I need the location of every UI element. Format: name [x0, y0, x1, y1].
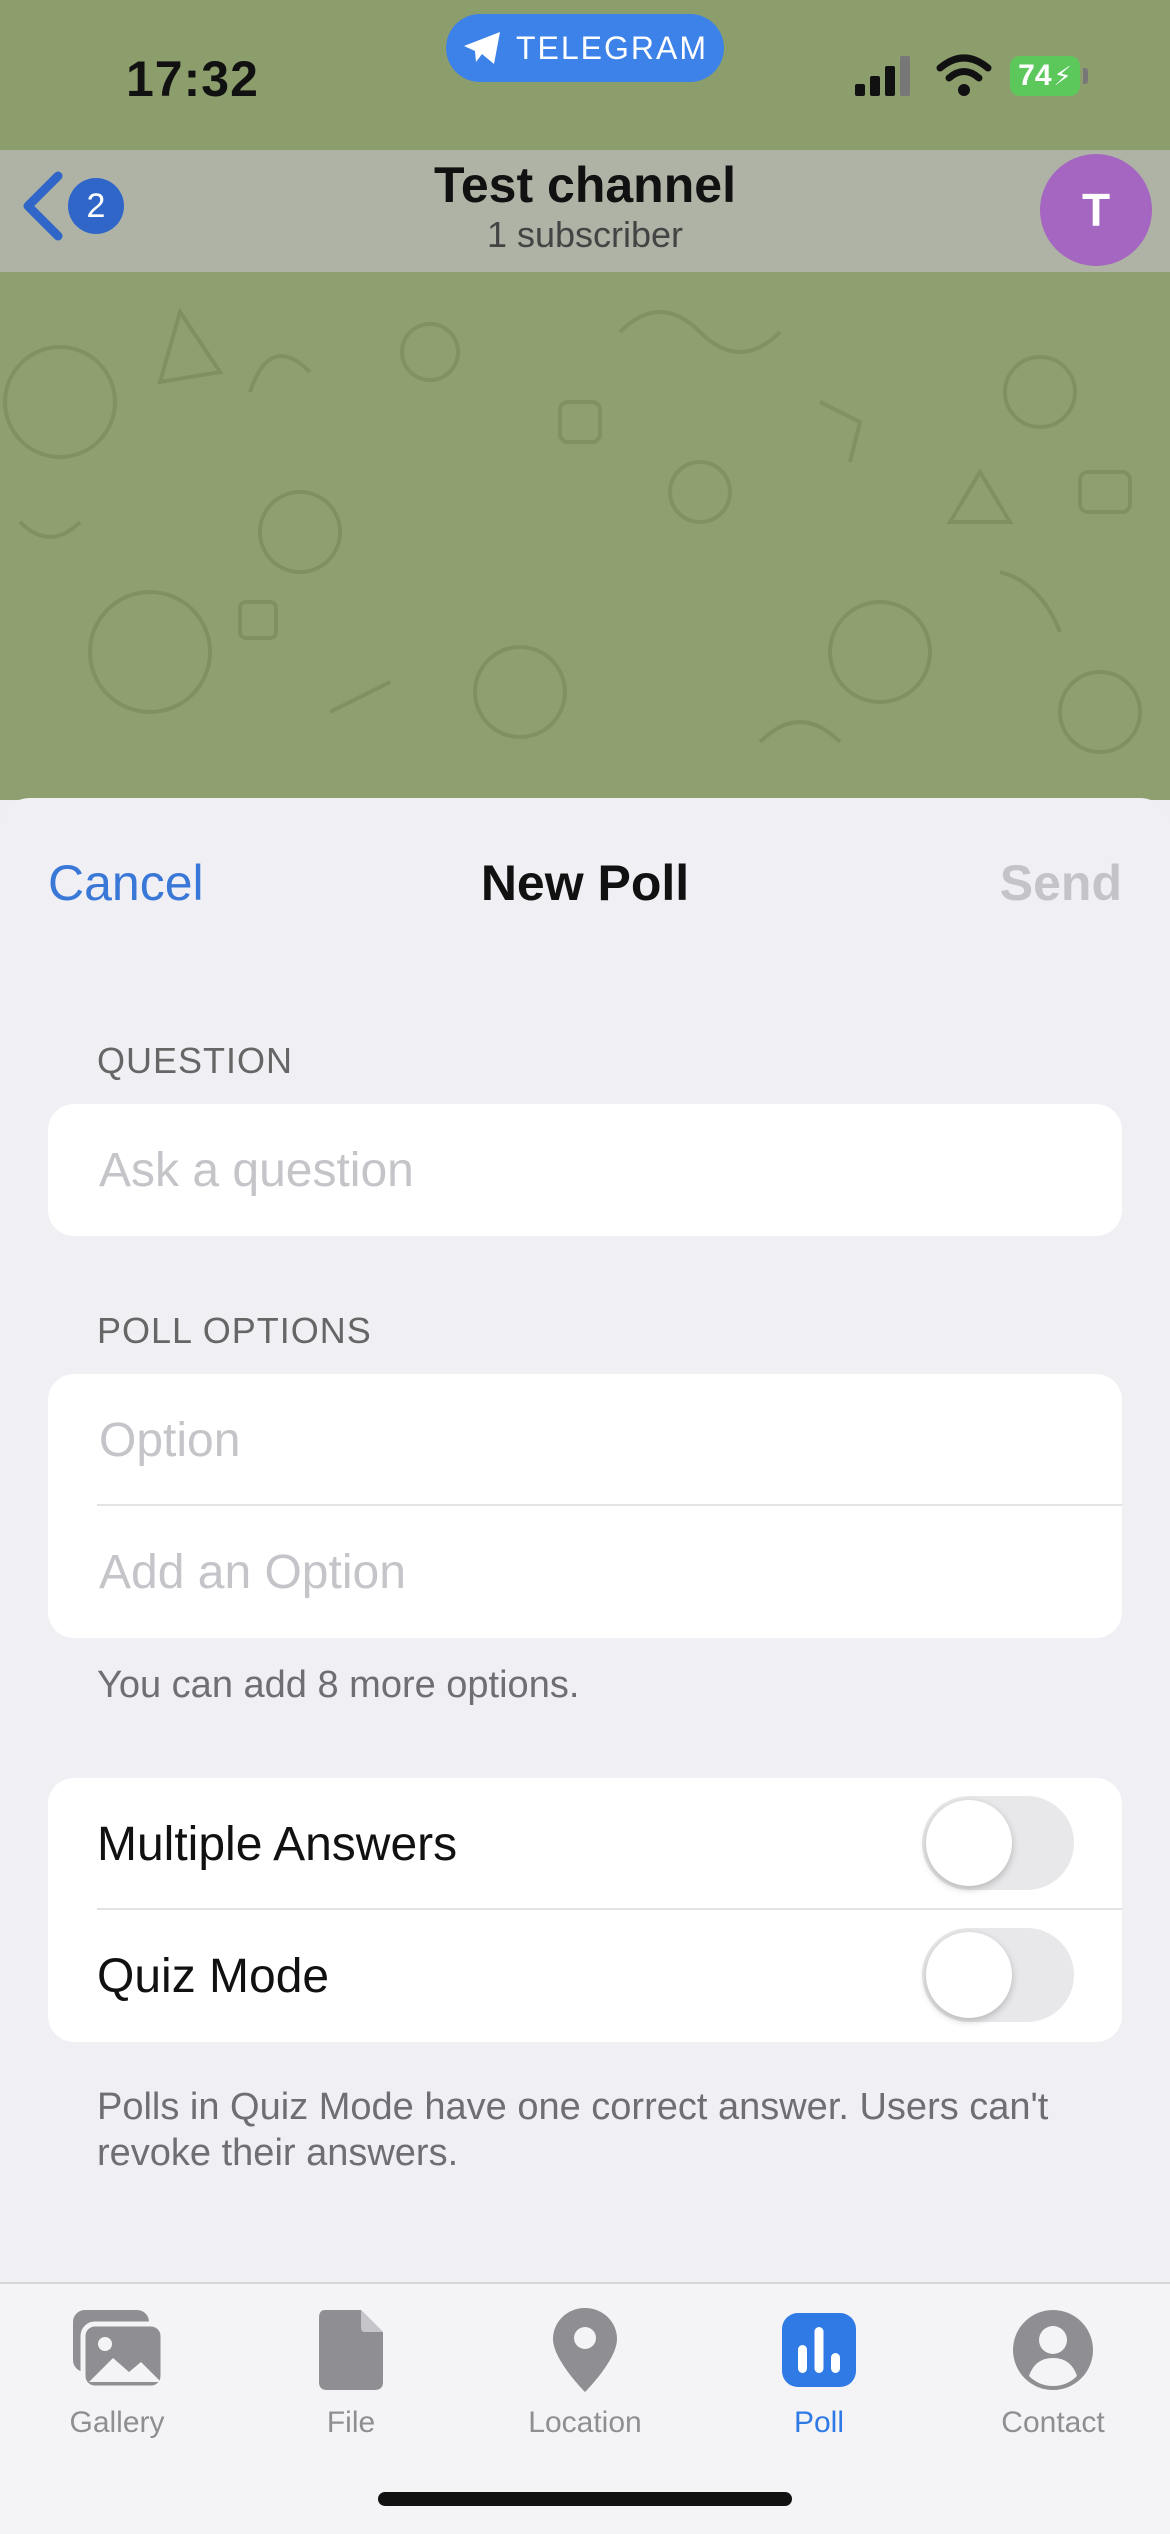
- quiz-mode-footnote: Polls in Quiz Mode have one correct answ…: [97, 2086, 1049, 2174]
- question-section-label: QUESTION: [97, 1040, 294, 1081]
- option-row: [48, 1374, 1122, 1506]
- options-remaining-hint: You can add 8 more options.: [97, 1664, 580, 1706]
- cellular-signal-icon: [855, 56, 910, 96]
- quiz-mode-row[interactable]: Quiz Mode: [48, 1910, 1122, 2042]
- tab-gallery-label: Gallery: [69, 2406, 165, 2439]
- telegram-pill[interactable]: TELEGRAM: [446, 14, 724, 82]
- status-time: 17:32: [126, 51, 259, 107]
- question-row: [48, 1104, 1122, 1236]
- chat-wallpaper-pattern: [0, 272, 1170, 800]
- option-input-1[interactable]: [97, 1411, 1061, 1469]
- tab-location[interactable]: Location: [468, 2302, 702, 2440]
- location-icon: [553, 2308, 617, 2392]
- tab-poll-label: Poll: [793, 2406, 845, 2439]
- add-option-input[interactable]: [97, 1543, 1061, 1601]
- sheet-header: Cancel New Poll Send: [0, 798, 1170, 968]
- chat-nav-bar: 2 Test channel 1 subscriber T: [0, 150, 1170, 272]
- tab-file[interactable]: File: [234, 2302, 468, 2440]
- poll-settings-card: Multiple Answers Quiz Mode: [48, 1778, 1122, 2042]
- chat-background: 17:32 TELEGRAM 74 ⚡ 2 Test channel 1 sub…: [0, 0, 1170, 800]
- question-input[interactable]: [97, 1141, 1061, 1199]
- multiple-answers-toggle[interactable]: [922, 1796, 1074, 1890]
- tab-location-label: Location: [528, 2406, 642, 2439]
- tab-file-label: File: [326, 2406, 376, 2439]
- tab-poll[interactable]: Poll: [702, 2302, 936, 2440]
- battery-tip: [1083, 68, 1088, 84]
- toggle-knob: [926, 1800, 1012, 1886]
- file-icon: [319, 2310, 383, 2390]
- multiple-answers-row[interactable]: Multiple Answers: [48, 1778, 1122, 1910]
- poll-icon: [782, 2313, 856, 2387]
- channel-avatar[interactable]: T: [1040, 154, 1152, 266]
- quiz-mode-toggle[interactable]: [922, 1928, 1074, 2022]
- chat-title[interactable]: Test channel: [0, 156, 1170, 214]
- quiz-mode-label: Quiz Mode: [97, 1949, 330, 2003]
- chat-subtitle: 1 subscriber: [486, 214, 684, 255]
- tab-gallery[interactable]: Gallery: [0, 2302, 234, 2440]
- charging-bolt-icon: ⚡: [1053, 60, 1072, 91]
- telegram-plane-icon: [463, 32, 500, 64]
- poll-options-card: [48, 1374, 1122, 1638]
- contact-icon: [1013, 2310, 1093, 2390]
- home-indicator: [378, 2492, 792, 2506]
- poll-options-section-label: POLL OPTIONS: [97, 1310, 372, 1351]
- add-option-row: [48, 1506, 1122, 1638]
- toggle-knob: [926, 1932, 1012, 2018]
- battery-icon: 74 ⚡: [1010, 56, 1080, 96]
- question-card: [48, 1104, 1122, 1236]
- battery-level: 74: [1018, 59, 1052, 92]
- multiple-answers-label: Multiple Answers: [97, 1817, 458, 1871]
- tab-contact[interactable]: Contact: [936, 2302, 1170, 2440]
- new-poll-sheet: Cancel New Poll Send QUESTION POLL OPTIO…: [0, 798, 1170, 2532]
- status-bar: 17:32 TELEGRAM 74 ⚡: [0, 0, 1170, 150]
- telegram-pill-label: TELEGRAM: [515, 29, 709, 66]
- sheet-title: New Poll: [480, 855, 690, 911]
- tab-contact-label: Contact: [1001, 2406, 1105, 2439]
- send-button[interactable]: Send: [1000, 854, 1122, 912]
- wifi-icon: [936, 54, 992, 96]
- gallery-icon: [73, 2310, 165, 2391]
